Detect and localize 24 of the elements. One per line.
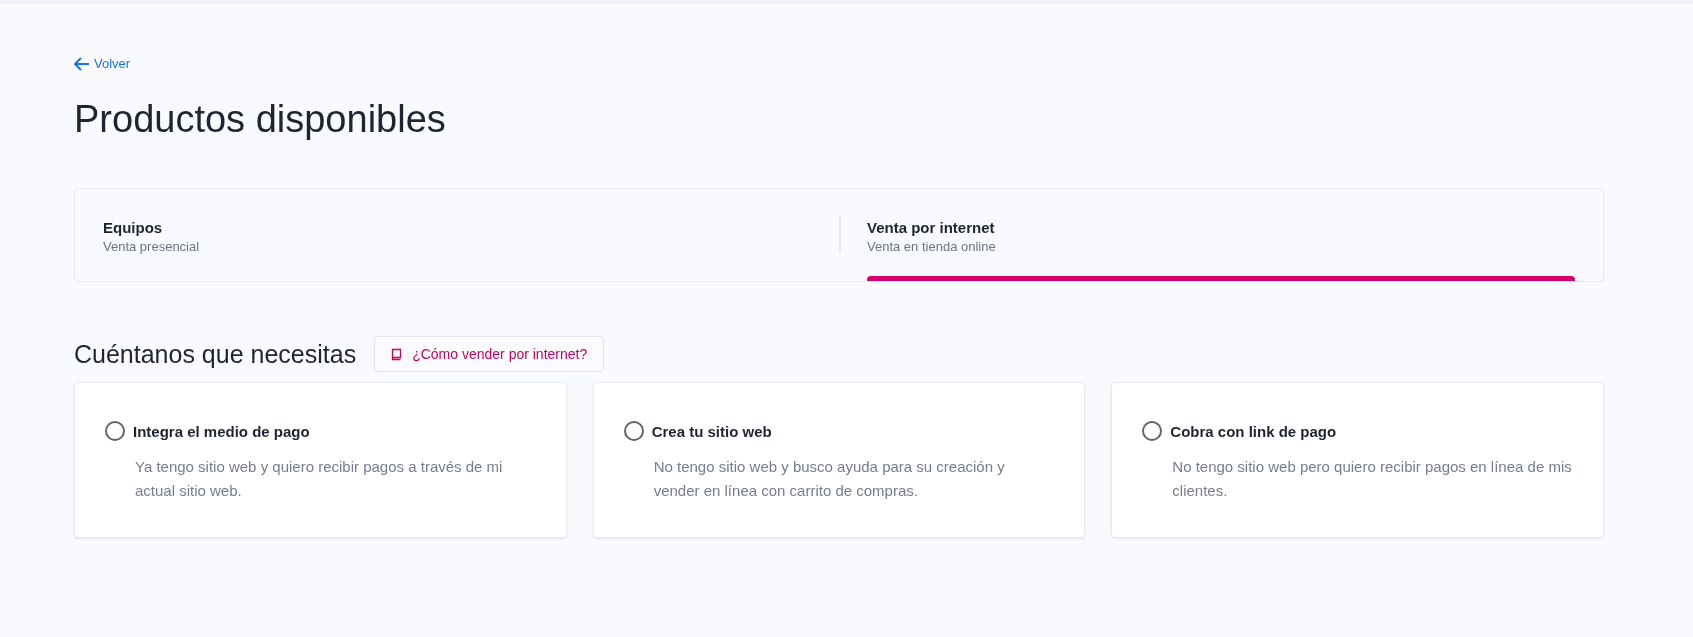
arrow-left-icon bbox=[74, 56, 90, 71]
section-heading: Cuéntanos que necesitas bbox=[74, 339, 357, 369]
book-icon bbox=[391, 347, 403, 361]
option-card[interactable]: Crea tu sitio web No tengo sitio web y busco ayuda para su creación y vender en línea con carrito de compras. bbox=[592, 382, 1086, 539]
radio-button[interactable] bbox=[1142, 421, 1163, 442]
tab-label: Venta por internet bbox=[867, 219, 996, 237]
option-title: Integra el medio de pago bbox=[133, 422, 310, 440]
back-link[interactable]: Volver bbox=[74, 56, 131, 71]
option-description: No tengo sitio web pero quiero recibir pagos en línea de mis clientes. bbox=[1172, 457, 1573, 502]
tab-label: Equipos bbox=[103, 219, 164, 237]
radio-button[interactable] bbox=[105, 421, 125, 442]
tab-sublabel: Venta presencial bbox=[103, 239, 201, 255]
tab-sublabel: Venta en tienda online bbox=[867, 239, 997, 255]
option-description: Ya tengo sitio web y quiero recibir pagos a través de mi actual sitio web. bbox=[135, 457, 504, 502]
page-title: Productos disponibles bbox=[74, 96, 447, 142]
option-title: Cobra con link de pago bbox=[1170, 422, 1337, 440]
option-title: Crea tu sitio web bbox=[651, 422, 772, 440]
option-card[interactable]: Cobra con link de pago No tengo sitio web pero quiero recibir pagos en línea de mis clientes. bbox=[1111, 382, 1604, 539]
tab[interactable]: Equipos Venta presencial bbox=[75, 189, 839, 282]
radio-button[interactable] bbox=[623, 421, 644, 442]
help-button[interactable]: ¿Cómo vender por internet? bbox=[374, 336, 605, 373]
option-description: No tengo sitio web y busco ayuda para su creación y vender en línea con carrito de compras. bbox=[653, 457, 1006, 502]
tab[interactable]: Venta por internet Venta en tienda online bbox=[839, 189, 1603, 282]
option-card[interactable]: Integra el medio de pago Ya tengo sitio web y quiero recibir pagos a través de mi actual sitio web. bbox=[74, 382, 567, 539]
